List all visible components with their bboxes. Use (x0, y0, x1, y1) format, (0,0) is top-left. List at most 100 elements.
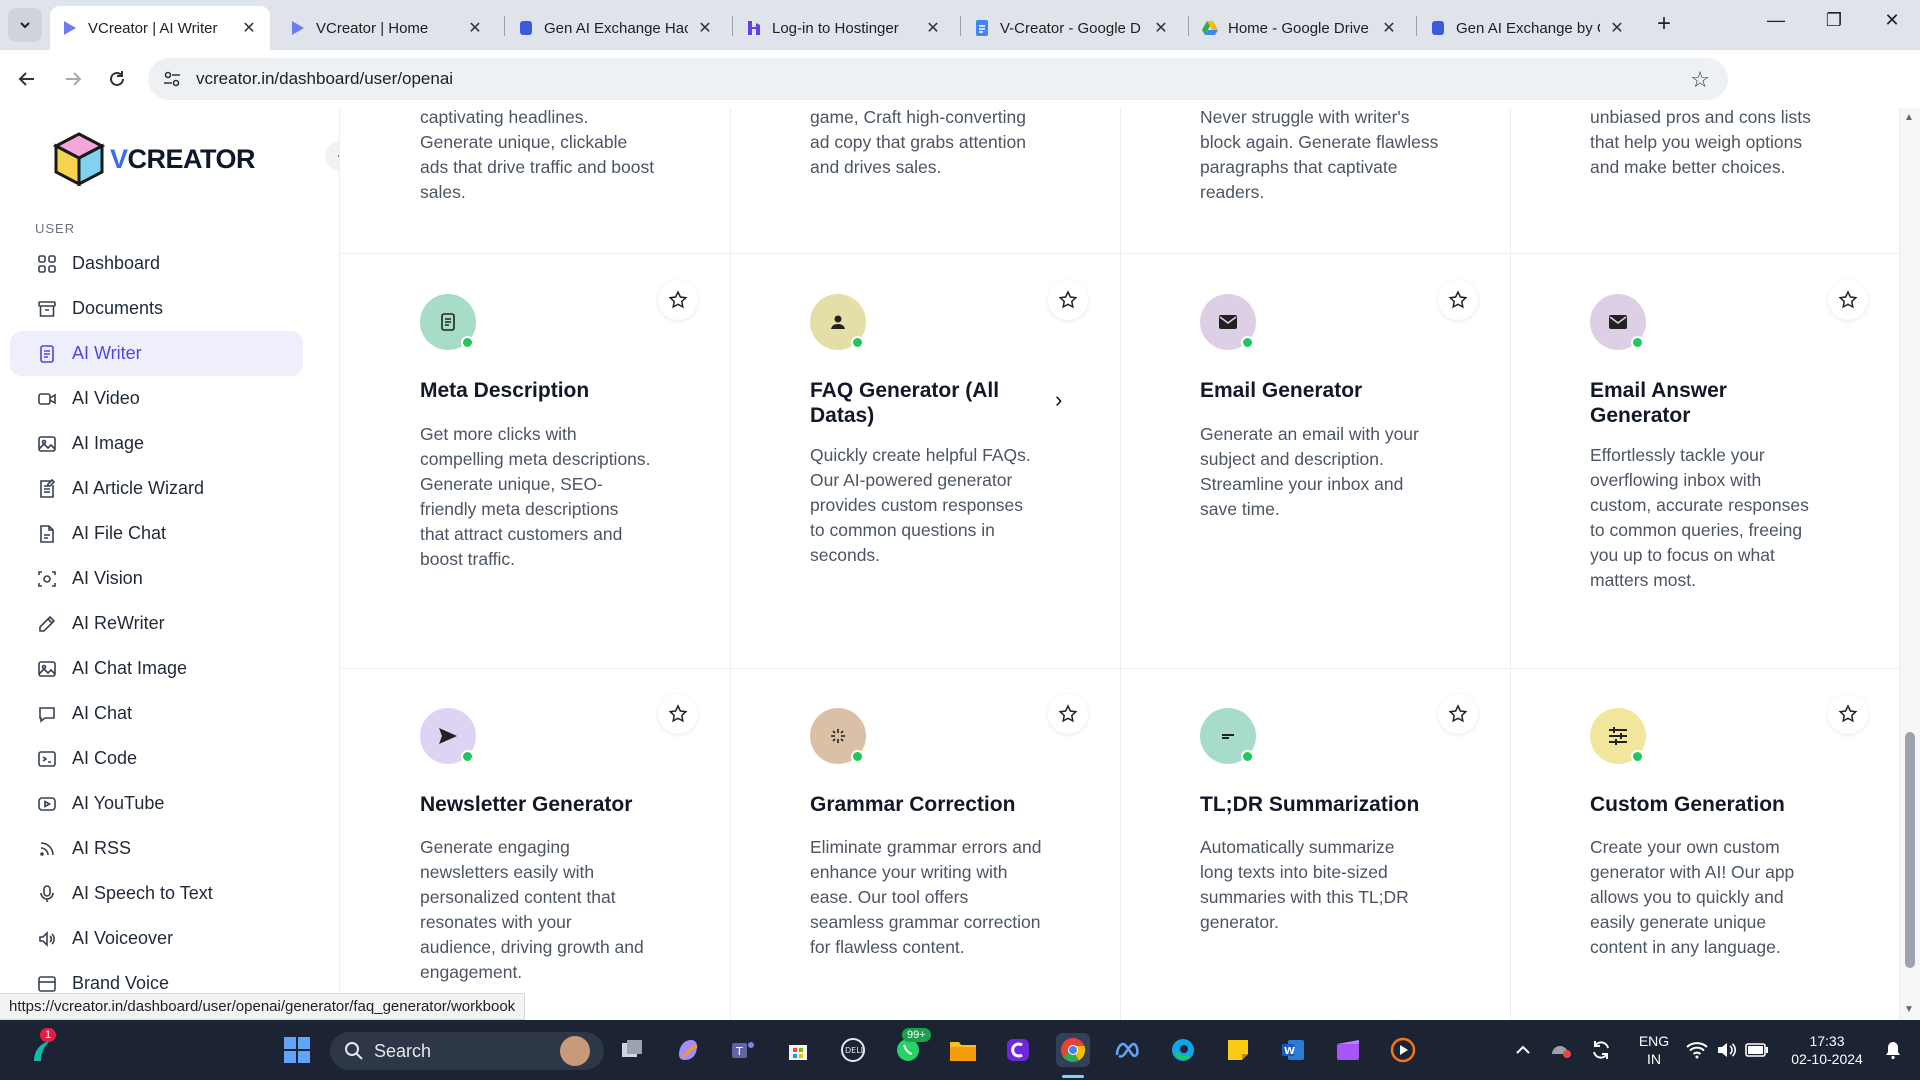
close-tab-icon[interactable]: ✕ (924, 18, 942, 38)
close-window-button[interactable]: ✕ (1872, 10, 1912, 40)
battery-icon[interactable] (1740, 1033, 1774, 1067)
sidebar-item-ai-youtube[interactable]: AI YouTube (10, 781, 303, 826)
sidebar-item-ai-writer[interactable]: AI Writer (10, 331, 303, 376)
microsoft-store-icon[interactable] (781, 1033, 815, 1067)
star-icon (668, 290, 688, 309)
tab-gen-ai-exchange-google[interactable]: Gen AI Exchange by G ✕ (1418, 6, 1638, 50)
dell-icon[interactable]: DELL (836, 1033, 870, 1067)
sidebar-item-ai-code[interactable]: AI Code (10, 736, 303, 781)
clipchamp-icon[interactable] (1001, 1033, 1035, 1067)
vcreator-logo[interactable]: VCREATOR (50, 130, 256, 188)
bookmark-star-icon[interactable]: ☆ (1690, 67, 1710, 93)
word-icon[interactable]: W (1276, 1033, 1310, 1067)
site-info-icon[interactable] (162, 69, 182, 89)
sidebar-item-ai-file-chat[interactable]: AI File Chat (10, 511, 303, 556)
task-view-icon[interactable] (616, 1033, 650, 1067)
sidebar-item-ai-video[interactable]: AI Video (10, 376, 303, 421)
favorite-star-button[interactable] (1048, 694, 1088, 734)
card-title: TL;DR Summarization (1200, 793, 1420, 816)
sidebar-item-ai-article-wizard[interactable]: AI Article Wizard (10, 466, 303, 511)
collapse-sidebar-button[interactable]: ‹ (325, 141, 339, 171)
chevron-right-icon[interactable]: › (1055, 387, 1062, 413)
docs-favicon-icon (518, 20, 534, 36)
scroll-up-arrow-icon[interactable]: ▲ (1904, 112, 1914, 123)
sidebar-item-ai-chat[interactable]: AI Chat (10, 691, 303, 736)
star-icon (1838, 290, 1858, 309)
browser-toolbar: vcreator.in/dashboard/user/openai ☆ (0, 50, 1920, 141)
scrollbar-thumb[interactable] (1905, 732, 1915, 968)
favorite-star-button[interactable] (1048, 280, 1088, 320)
input-language-indicator[interactable]: ENG IN (1634, 1032, 1674, 1068)
close-tab-icon[interactable]: ✕ (1608, 18, 1626, 38)
tab-gen-ai-exchange-hack[interactable]: Gen AI Exchange Hac ✕ (506, 6, 726, 50)
template-card-email-answer-generator[interactable]: Email Answer Generator Effortlessly tack… (1510, 254, 1900, 668)
volume-icon[interactable] (1710, 1033, 1744, 1067)
taskbar-search-box[interactable]: Search (330, 1032, 604, 1070)
card-description: Automatically summarize long texts into … (1200, 837, 1409, 932)
card-description: Never struggle with writer's block again… (1200, 108, 1439, 202)
tab-google-drive[interactable]: Home - Google Drive ✕ (1190, 6, 1410, 50)
video-editor-icon[interactable] (1331, 1033, 1365, 1067)
meta-icon[interactable] (1111, 1033, 1145, 1067)
close-tab-icon[interactable]: ✕ (696, 18, 714, 38)
status-dot (1631, 750, 1644, 763)
tab-vcreator-home[interactable]: VCreator | Home ✕ (278, 6, 496, 50)
sidebar-item-ai-chat-image[interactable]: AI Chat Image (10, 646, 303, 691)
notifications-icon[interactable] (1876, 1033, 1910, 1067)
template-card-tldr-summarization[interactable]: TL;DR Summarization Automatically summar… (1120, 669, 1510, 1020)
sidebar-item-ai-rewriter[interactable]: AI ReWriter (10, 601, 303, 646)
template-card-email-generator[interactable]: Email Generator Generate an email with y… (1120, 254, 1510, 668)
media-player-icon[interactable] (1386, 1033, 1420, 1067)
favorite-star-button[interactable] (1438, 694, 1478, 734)
new-tab-button[interactable]: + (1651, 12, 1677, 38)
close-tab-icon[interactable]: ✕ (466, 18, 484, 38)
sticky-notes-icon[interactable] (1221, 1033, 1255, 1067)
sidebar-item-documents[interactable]: Documents (10, 286, 303, 331)
sidebar-item-ai-image[interactable]: AI Image (10, 421, 303, 466)
favorite-star-button[interactable] (658, 280, 698, 320)
url-text: vcreator.in/dashboard/user/openai (196, 69, 454, 88)
sidebar-item-ai-speech-to-text[interactable]: AI Speech to Text (10, 871, 303, 916)
favorite-star-button[interactable] (1828, 694, 1868, 734)
chrome-icon[interactable] (1056, 1033, 1090, 1067)
sidebar-item-ai-voiceover[interactable]: AI Voiceover (10, 916, 303, 961)
file-explorer-icon[interactable] (946, 1033, 980, 1067)
close-tab-icon[interactable]: ✕ (240, 18, 258, 38)
address-bar[interactable]: vcreator.in/dashboard/user/openai ☆ (148, 58, 1728, 100)
sidebar-item-ai-vision[interactable]: AI Vision (10, 556, 303, 601)
restore-button[interactable]: ❐ (1814, 10, 1854, 40)
sync-icon[interactable] (1584, 1033, 1618, 1067)
tray-app-icon[interactable] (1544, 1033, 1578, 1067)
forward-button[interactable] (58, 64, 88, 94)
favorite-star-button[interactable] (658, 694, 698, 734)
close-tab-icon[interactable]: ✕ (1152, 18, 1170, 38)
clock[interactable]: 17:33 02-10-2024 (1782, 1032, 1872, 1068)
status-dot (1241, 336, 1254, 349)
favorite-star-button[interactable] (1438, 280, 1478, 320)
chevron-up-icon[interactable] (1506, 1033, 1540, 1067)
tab-google-docs[interactable]: V-Creator - Google D ✕ (962, 6, 1182, 50)
reload-button[interactable] (102, 64, 132, 94)
template-card-meta-description[interactable]: Meta Description Get more clicks with co… (340, 254, 730, 668)
start-button[interactable] (280, 1033, 314, 1067)
tab-search-button[interactable] (8, 8, 42, 42)
template-card-faq-generator[interactable]: FAQ Generator (All Datas) › Quickly crea… (730, 254, 1120, 668)
teams-icon[interactable]: T (726, 1033, 760, 1067)
sidebar-item-dashboard[interactable]: Dashboard (10, 241, 303, 286)
edge-icon[interactable] (1166, 1033, 1200, 1067)
template-card-custom-generation[interactable]: Custom Generation Create your own custom… (1510, 669, 1900, 1020)
minimize-button[interactable]: — (1756, 10, 1796, 40)
close-tab-icon[interactable]: ✕ (1380, 18, 1398, 38)
scroll-down-arrow-icon[interactable]: ▼ (1904, 1004, 1914, 1015)
sidebar-item-ai-rss[interactable]: AI RSS (10, 826, 303, 871)
favorite-star-button[interactable] (1828, 280, 1868, 320)
tab-hostinger[interactable]: Log-in to Hostinger ✕ (734, 6, 954, 50)
wifi-icon[interactable] (1680, 1033, 1714, 1067)
tab-vcreator-ai-writer[interactable]: VCreator | AI Writer ✕ (50, 6, 270, 50)
template-card-newsletter-generator[interactable]: Newsletter Generator Generate engaging n… (340, 669, 730, 1020)
back-button[interactable] (12, 64, 42, 94)
copilot-icon[interactable] (671, 1033, 705, 1067)
brand-icon (36, 973, 58, 995)
template-card-grammar-correction[interactable]: Grammar Correction Eliminate grammar err… (730, 669, 1120, 1020)
star-icon (1058, 704, 1078, 723)
